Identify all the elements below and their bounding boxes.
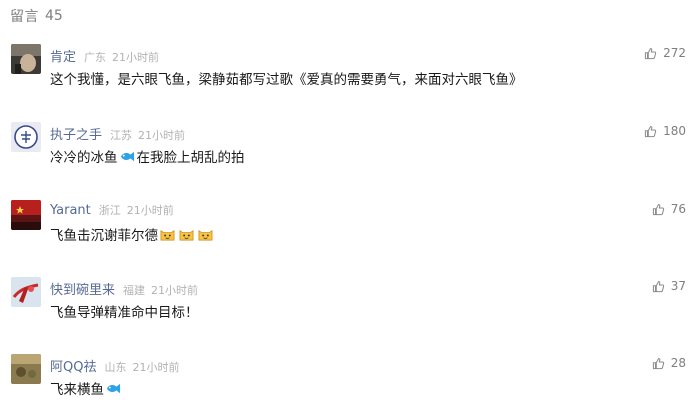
comments-count: 45: [45, 8, 63, 24]
comment-time: 21小时前: [112, 51, 160, 64]
comment-item: 肯定 广东 21小时前 这个我懂，是六眼飞鱼，梁静茹都写过歌《爱真的需要勇气，来…: [0, 44, 693, 120]
comment-text-part: 飞鱼导弹精准命中目标！: [50, 305, 199, 321]
avatar[interactable]: [11, 122, 41, 152]
comment-nickname[interactable]: 阿QQ祛: [50, 356, 96, 375]
avatar[interactable]: [11, 44, 41, 74]
like-count: 180: [663, 124, 686, 138]
comment-text: 冷冷的冰鱼 在我脸上胡乱的拍: [50, 146, 245, 166]
comment-item: 阿QQ祛 山东 21小时前 飞来横鱼 28: [0, 354, 693, 413]
avatar[interactable]: [11, 277, 41, 307]
comment-text: 飞来横鱼: [50, 378, 123, 398]
like-button[interactable]: 76: [652, 202, 686, 216]
comment-time: 21小时前: [138, 129, 186, 142]
thumbs-up-icon: [644, 125, 657, 138]
thumbs-up-icon: [652, 203, 665, 216]
comments-header: 留言 45: [10, 6, 63, 26]
comment-text: 飞鱼导弹精准命中目标！: [50, 301, 199, 321]
comment-time: 21小时前: [151, 284, 199, 297]
comment-text-part: 这个我懂，是六眼飞鱼，梁静茹都写过歌《爱真的需要勇气，来面对六眼飞鱼》: [50, 72, 523, 88]
cat-emoji-icon: [178, 227, 195, 242]
fish-emoji-icon: [119, 149, 136, 164]
comments-header-label: 留言: [10, 9, 39, 25]
comment-location: 江苏: [110, 129, 133, 142]
like-count: 37: [670, 279, 686, 293]
like-count: 76: [670, 202, 686, 216]
comment-text-part: 飞鱼击沉谢菲尔德: [50, 228, 158, 244]
avatar[interactable]: [11, 200, 41, 230]
comment-location: 福建: [123, 284, 146, 297]
cat-emoji-icon: [159, 227, 176, 242]
thumbs-up-icon: [652, 280, 665, 293]
comment-meta: 快到碗里来 福建 21小时前: [50, 279, 199, 298]
like-count: 272: [663, 46, 686, 60]
avatar[interactable]: [11, 354, 41, 384]
comment-text-part: 飞来横鱼: [50, 382, 104, 398]
comment-meta: 肯定 广东 21小时前: [50, 46, 160, 65]
cat-emoji-icon: [197, 227, 214, 242]
comment-item: 执子之手 江苏 21小时前 冷冷的冰鱼 在我脸上胡乱的拍 180: [0, 122, 693, 198]
thumbs-up-icon: [644, 47, 657, 60]
comment-text-part: 在我脸上胡乱的拍: [136, 150, 245, 166]
comment-location: 浙江: [98, 204, 121, 217]
comment-meta: 阿QQ祛 山东 21小时前: [50, 356, 180, 375]
comment-item: Yarant 浙江 21小时前 飞鱼击沉谢菲尔德 76: [0, 200, 693, 276]
like-button[interactable]: 180: [644, 124, 686, 138]
comment-nickname[interactable]: Yarant: [50, 203, 91, 218]
like-button[interactable]: 272: [644, 46, 686, 60]
comment-nickname[interactable]: 快到碗里来: [50, 279, 115, 298]
like-button[interactable]: 28: [652, 356, 686, 370]
comment-text: 飞鱼击沉谢菲尔德: [50, 224, 215, 244]
comment-text: 这个我懂，是六眼飞鱼，梁静茹都写过歌《爱真的需要勇气，来面对六眼飞鱼》: [50, 68, 523, 88]
fish-emoji-icon: [105, 381, 122, 396]
comment-meta: 执子之手 江苏 21小时前: [50, 124, 186, 143]
comment-nickname[interactable]: 肯定: [50, 46, 76, 65]
comment-time: 21小时前: [126, 204, 174, 217]
like-button[interactable]: 37: [652, 279, 686, 293]
comment-location: 广东: [84, 51, 107, 64]
comment-location: 山东: [104, 361, 127, 374]
comment-nickname[interactable]: 执子之手: [50, 124, 102, 143]
comment-time: 21小时前: [132, 361, 180, 374]
comment-item: 快到碗里来 福建 21小时前 飞鱼导弹精准命中目标！ 37: [0, 277, 693, 353]
thumbs-up-icon: [652, 357, 665, 370]
like-count: 28: [670, 356, 686, 370]
comment-meta: Yarant 浙江 21小时前: [50, 202, 174, 218]
comment-text-part: 冷冷的冰鱼: [50, 150, 118, 166]
